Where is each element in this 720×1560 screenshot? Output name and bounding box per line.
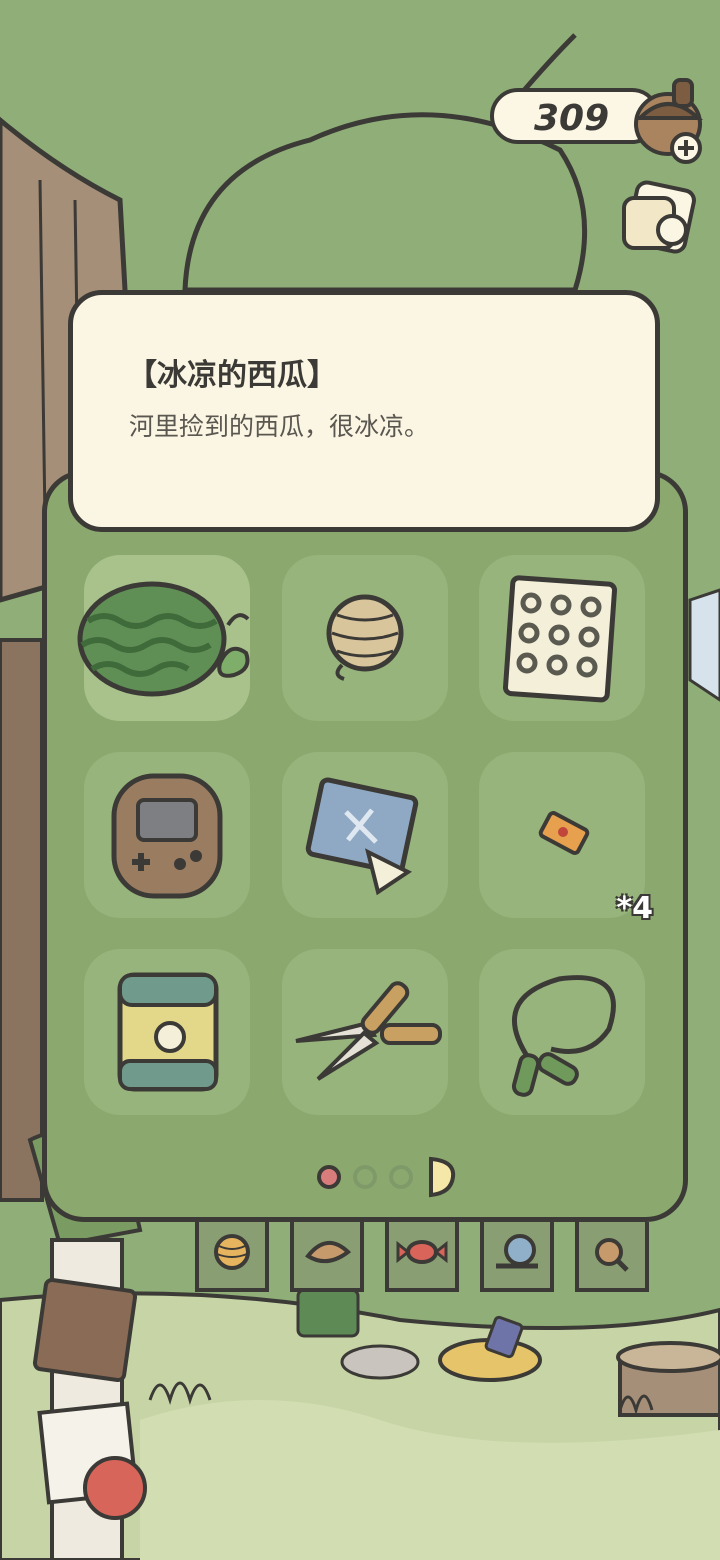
inventory-slot-dotted-cloth[interactable] [479,555,645,721]
map-with-ticket-icon [305,777,419,896]
item-description: 河里捡到的西瓜，很冰凉。 [129,412,430,441]
item-name: 【冰凉的西瓜】 [127,358,337,393]
item-description-card: 【冰凉的西瓜】 河里捡到的西瓜，很冰凉。 [68,290,660,532]
acorn-plus-icon[interactable] [628,74,712,164]
yarn-tab-icon [214,1234,250,1270]
snail-tab-icon [496,1234,538,1269]
watermelon-icon [77,581,250,697]
yarn-ball-icon [326,594,404,681]
tab-snail[interactable] [480,1222,554,1292]
inventory-pager [317,1155,477,1199]
tab-leaf[interactable] [290,1222,364,1292]
inventory-slot-map[interactable] [282,752,448,918]
pruning-shears-icon [295,981,442,1081]
dotted-cloth-icon [502,575,618,703]
inventory-slot-handheld-game[interactable] [84,752,250,918]
inventory-slot-watermelon[interactable] [77,555,250,721]
jump-rope-icon [511,975,616,1097]
candy-tab-icon [396,1240,448,1264]
next-page-arrow-icon[interactable] [427,1155,457,1199]
page-dot-3[interactable] [389,1165,413,1189]
inventory-panel: *4 [42,470,688,1222]
photo-album-icon[interactable] [618,178,704,262]
snack-bag-icon [117,972,219,1092]
handheld-game-icon [111,773,223,899]
tab-magnifier[interactable] [575,1222,649,1292]
inventory-slot-candy-ticket[interactable]: *4 [479,752,653,926]
inventory-slot-jump-rope[interactable] [479,949,645,1115]
inventory-slot-pruning-shears[interactable] [282,949,448,1115]
tab-yarn[interactable] [195,1222,269,1292]
magnifier-tab-icon [595,1238,629,1272]
leaf-tab-icon [305,1241,352,1264]
tab-candy[interactable] [385,1222,459,1292]
category-tabs [195,1222,655,1322]
inventory-slot-snack-bag[interactable] [84,949,250,1115]
item-quantity-label: *4 [616,891,653,926]
page-dot-1[interactable] [317,1165,341,1189]
clover-count-label: 309 [534,98,610,139]
inventory-slot-yarn-ball[interactable] [282,555,448,721]
page-dot-2[interactable] [353,1165,377,1189]
